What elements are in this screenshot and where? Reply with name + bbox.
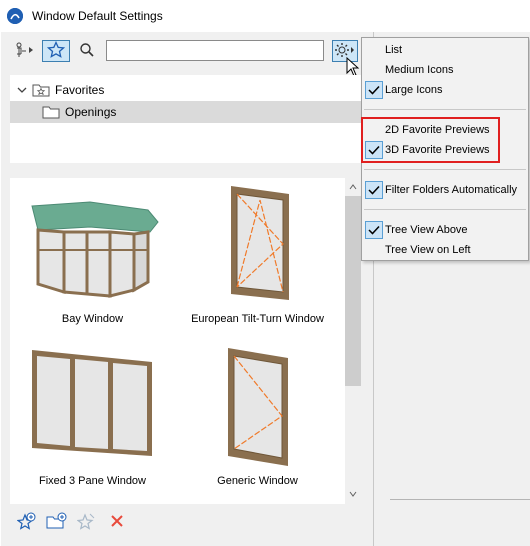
folder-tree: Favorites Openings xyxy=(10,75,361,163)
folder-icon xyxy=(42,105,60,122)
scroll-up-icon[interactable] xyxy=(349,184,357,190)
menu-item-label: Tree View on Left xyxy=(385,244,471,256)
menu-item-tree-view-above[interactable]: Tree View Above xyxy=(362,220,528,240)
checkmark-icon xyxy=(365,221,383,239)
archicad-app-icon xyxy=(7,8,23,24)
annotation-highlight-box xyxy=(361,117,500,163)
favorite-disabled-button[interactable] xyxy=(76,512,98,532)
favorite-item[interactable]: Fixed 3 Pane Window xyxy=(10,338,175,498)
chevron-down-icon xyxy=(17,83,27,97)
delete-button[interactable] xyxy=(106,512,128,532)
star-icon xyxy=(46,40,66,62)
title-bar: Window Default Settings xyxy=(0,0,530,32)
favorite-item[interactable]: Generic Window xyxy=(175,338,340,498)
favorite-label: Fixed 3 Pane Window xyxy=(39,475,146,487)
delete-icon xyxy=(110,514,124,531)
tree-item-favorites[interactable]: Favorites xyxy=(10,79,361,101)
menu-item-list[interactable]: List xyxy=(362,40,528,60)
favorite-item[interactable]: Bay Window xyxy=(10,178,175,338)
menu-item-medium-icons[interactable]: Medium Icons xyxy=(362,60,528,80)
favorite-label: Bay Window xyxy=(61,313,124,325)
favorite-label: Generic Window xyxy=(217,475,298,487)
checkmark-icon xyxy=(365,81,383,99)
favorites-grid: Bay Window European Tilt-Turn Window Fix… xyxy=(10,178,361,504)
menu-item-tree-view-left[interactable]: Tree View on Left xyxy=(362,240,528,260)
favorites-folder-icon xyxy=(32,82,50,100)
scroll-down-icon[interactable] xyxy=(349,491,357,497)
hierarchy-icon xyxy=(14,42,36,61)
search-icon xyxy=(79,42,95,61)
tree-item-openings[interactable]: Openings xyxy=(10,101,361,123)
menu-item-filter-folders[interactable]: Filter Folders Automatically xyxy=(362,180,528,200)
menu-separator xyxy=(364,109,526,110)
favorite-label: European Tilt-Turn Window xyxy=(191,313,324,325)
search-input[interactable] xyxy=(106,40,324,61)
scrollbar-thumb[interactable] xyxy=(345,196,361,386)
search-button[interactable] xyxy=(74,40,100,62)
favorites-button[interactable] xyxy=(42,40,70,62)
hierarchy-button[interactable] xyxy=(12,40,38,62)
menu-separator xyxy=(364,209,526,210)
menu-item-label: Filter Folders Automatically xyxy=(385,184,518,196)
add-favorite-icon xyxy=(16,512,37,533)
divider xyxy=(390,499,530,500)
new-folder-icon xyxy=(46,512,68,533)
menu-item-label: Medium Icons xyxy=(385,64,454,76)
tree-item-label: Openings xyxy=(65,105,117,119)
menu-separator xyxy=(364,169,526,170)
window-title: Window Default Settings xyxy=(32,9,163,23)
new-folder-button[interactable] xyxy=(46,512,68,532)
favorite-disabled-icon xyxy=(76,512,97,533)
checkmark-icon xyxy=(365,181,383,199)
menu-item-label: List xyxy=(385,44,403,56)
favorite-item[interactable]: European Tilt-Turn Window xyxy=(175,178,340,338)
menu-item-large-icons[interactable]: Large Icons xyxy=(362,80,528,100)
menu-item-label: Tree View Above xyxy=(385,224,468,236)
menu-item-label: Large Icons xyxy=(385,84,443,96)
add-favorite-button[interactable] xyxy=(16,512,38,532)
tree-item-label: Favorites xyxy=(55,83,105,97)
